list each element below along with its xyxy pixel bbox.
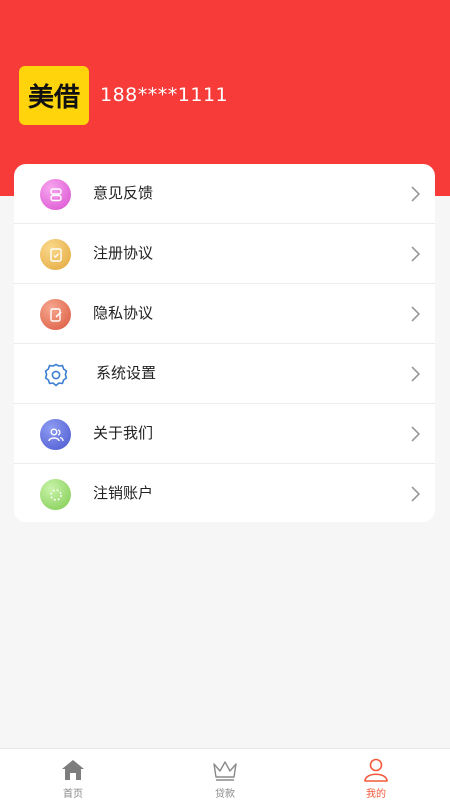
chevron-right-icon <box>411 306 421 322</box>
menu-label: 关于我们 <box>93 424 154 442</box>
menu-item-about-us[interactable]: 关于我们 <box>14 404 435 464</box>
gear-icon <box>40 359 71 390</box>
chevron-right-icon <box>411 246 421 262</box>
chevron-right-icon <box>411 426 421 442</box>
users-icon <box>40 419 71 450</box>
menu-label: 意见反馈 <box>93 184 154 202</box>
bottom-tab-bar: 首页 贷款 我的 <box>0 748 450 800</box>
menu-card: 意见反馈 注册协议 隐私协议 系统设置 关于我们 注销账户 <box>14 164 435 522</box>
menu-item-system-settings[interactable]: 系统设置 <box>14 344 435 404</box>
menu-item-feedback[interactable]: 意见反馈 <box>14 164 435 224</box>
app-logo: 美借 <box>19 66 89 125</box>
home-icon <box>62 760 84 780</box>
tab-label: 首页 <box>63 789 83 800</box>
register-agreement-icon <box>40 239 71 270</box>
chevron-right-icon <box>411 366 421 382</box>
menu-label: 注销账户 <box>93 484 154 502</box>
logo-text: 美借 <box>27 83 80 113</box>
person-icon <box>364 758 388 782</box>
tab-home[interactable]: 首页 <box>23 749 123 800</box>
tab-mine[interactable]: 我的 <box>326 749 426 800</box>
menu-item-register-agreement[interactable]: 注册协议 <box>14 224 435 284</box>
menu-item-privacy-agreement[interactable]: 隐私协议 <box>14 284 435 344</box>
tab-label: 贷款 <box>215 789 235 800</box>
privacy-agreement-icon <box>40 299 71 330</box>
chevron-right-icon <box>411 486 421 502</box>
cancel-account-icon <box>40 479 71 510</box>
menu-label: 隐私协议 <box>93 304 154 322</box>
tab-label: 我的 <box>366 789 386 800</box>
feedback-icon <box>40 179 71 210</box>
chevron-right-icon <box>411 186 421 202</box>
user-phone: 188****1111 <box>100 84 229 106</box>
menu-label: 注册协议 <box>93 244 154 262</box>
tab-loan[interactable]: 贷款 <box>175 749 275 800</box>
menu-item-cancel-account[interactable]: 注销账户 <box>14 464 435 522</box>
menu-label: 系统设置 <box>96 364 157 382</box>
crown-icon <box>213 761 237 781</box>
